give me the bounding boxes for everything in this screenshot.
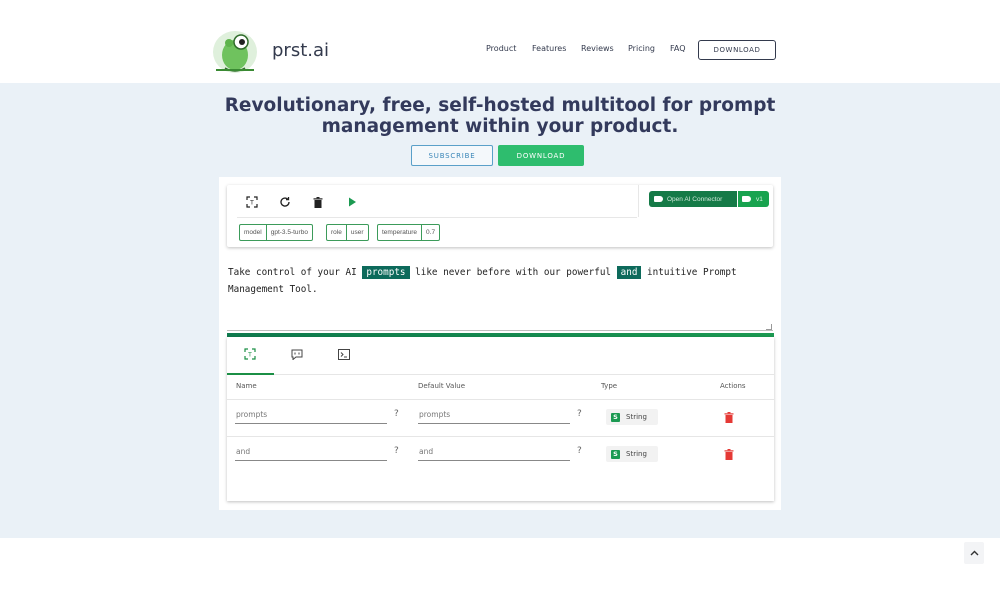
prompt-variable[interactable]: and bbox=[616, 266, 642, 279]
header-download-button[interactable]: DOWNLOAD bbox=[698, 40, 776, 60]
hero-title-line2: management within your product. bbox=[321, 116, 679, 137]
type-label: String bbox=[626, 450, 647, 458]
chip-key: model bbox=[244, 229, 262, 236]
chevron-up-icon bbox=[970, 550, 978, 556]
column-header-default: Default Value bbox=[418, 382, 466, 390]
model-chip[interactable]: model gpt-3.5-turbo bbox=[239, 224, 313, 241]
site-header: prst.ai Product Features Reviews Pricing… bbox=[0, 0, 1000, 83]
string-type-icon: S bbox=[611, 412, 620, 422]
prompt-textarea[interactable]: Take control of your AI prompts like nev… bbox=[228, 264, 768, 298]
column-header-actions: Actions bbox=[720, 382, 746, 390]
row-divider bbox=[227, 399, 774, 400]
nav-reviews[interactable]: Reviews bbox=[581, 44, 614, 53]
variable-name-input[interactable]: prompts bbox=[235, 410, 387, 424]
textarea-border bbox=[227, 330, 773, 331]
focus-icon[interactable]: T bbox=[245, 195, 259, 209]
temperature-chip[interactable]: temperature 0.7 bbox=[377, 224, 441, 241]
play-icon[interactable] bbox=[345, 195, 359, 209]
prompt-text: intuitive Prompt bbox=[641, 267, 737, 278]
brand-name[interactable]: prst.ai bbox=[272, 40, 329, 61]
column-header-type: Type bbox=[601, 382, 618, 390]
variables-tab-icon[interactable]: T bbox=[243, 347, 257, 361]
row-divider bbox=[227, 436, 774, 437]
subscribe-button[interactable]: SUBSCRIBE bbox=[411, 145, 493, 166]
connector-selector[interactable]: Open AI Connector v1 bbox=[649, 191, 769, 207]
svg-text:T: T bbox=[247, 352, 252, 359]
toolbar-divider bbox=[237, 217, 637, 218]
type-label: String bbox=[626, 413, 647, 421]
nav-faq[interactable]: FAQ bbox=[670, 44, 686, 53]
column-header-name: Name bbox=[236, 382, 257, 390]
hero-title: Revolutionary, free, self-hosted multito… bbox=[0, 95, 1000, 137]
logo[interactable] bbox=[210, 28, 260, 74]
tag-icon bbox=[742, 196, 751, 202]
version-button[interactable]: v1 bbox=[738, 191, 769, 207]
terminal-tab-icon[interactable] bbox=[337, 347, 351, 361]
active-tab-indicator bbox=[227, 373, 274, 375]
trash-icon[interactable] bbox=[311, 195, 325, 209]
scroll-to-top-button[interactable] bbox=[964, 542, 984, 564]
open-ai-connector-button[interactable]: Open AI Connector bbox=[649, 191, 737, 207]
help-icon[interactable]: ? bbox=[577, 446, 582, 456]
connector-label: Open AI Connector bbox=[667, 195, 723, 203]
delete-icon[interactable] bbox=[724, 412, 734, 423]
chip-key: temperature bbox=[382, 229, 418, 236]
prompt-text: like never before with our powerful bbox=[409, 267, 617, 278]
delete-icon[interactable] bbox=[724, 449, 734, 460]
help-icon[interactable]: ? bbox=[577, 409, 582, 419]
prompt-text: Management Tool. bbox=[228, 284, 318, 295]
nav-pricing[interactable]: Pricing bbox=[628, 44, 655, 53]
resize-handle[interactable] bbox=[766, 324, 772, 330]
type-chip[interactable]: S String bbox=[606, 446, 658, 462]
prompt-variable[interactable]: prompts bbox=[362, 266, 410, 279]
default-value-input[interactable]: and bbox=[418, 447, 570, 461]
role-chip[interactable]: role user bbox=[326, 224, 369, 241]
chat-tab-icon[interactable] bbox=[290, 347, 304, 361]
frog-mascot-icon bbox=[213, 31, 257, 73]
help-icon[interactable]: ? bbox=[394, 409, 399, 419]
tabs-divider bbox=[227, 374, 774, 375]
string-type-icon: S bbox=[611, 449, 620, 459]
nav-features[interactable]: Features bbox=[532, 44, 566, 53]
variable-name-input[interactable]: and bbox=[235, 447, 387, 461]
refresh-icon[interactable] bbox=[278, 195, 292, 209]
default-value-input[interactable]: prompts bbox=[418, 410, 570, 424]
tag-icon bbox=[654, 196, 663, 202]
prompt-text: Take control of your AI bbox=[228, 267, 363, 278]
chip-value: user bbox=[345, 225, 368, 240]
version-label: v1 bbox=[756, 195, 763, 203]
chip-key: role bbox=[331, 229, 342, 236]
help-icon[interactable]: ? bbox=[394, 446, 399, 456]
hero-download-button[interactable]: DOWNLOAD bbox=[498, 145, 584, 166]
chip-value: 0.7 bbox=[421, 225, 439, 240]
chip-value: gpt-3.5-turbo bbox=[265, 225, 312, 240]
svg-text:T: T bbox=[249, 200, 254, 207]
toolbar-divider-vertical bbox=[638, 185, 639, 217]
hero-title-line1: Revolutionary, free, self-hosted multito… bbox=[224, 95, 776, 116]
nav-product[interactable]: Product bbox=[486, 44, 516, 53]
type-chip[interactable]: S String bbox=[606, 409, 658, 425]
